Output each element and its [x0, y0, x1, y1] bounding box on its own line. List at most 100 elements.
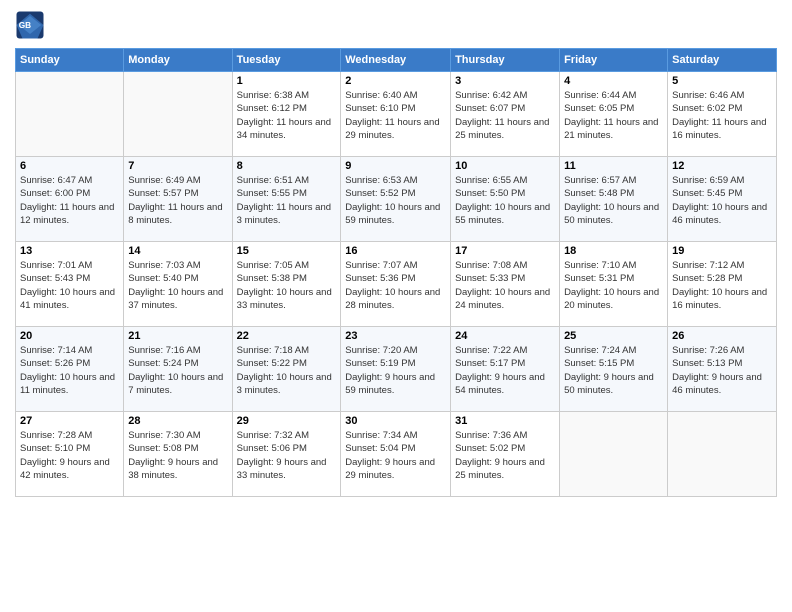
day-cell: 31 Sunrise: 7:36 AM Sunset: 5:02 PM Dayli…	[451, 412, 560, 497]
day-info: Sunrise: 6:46 AM Sunset: 6:02 PM Dayligh…	[672, 89, 772, 142]
day-number: 13	[20, 245, 119, 257]
day-cell: 21Sunrise: 7:16 AM Sunset: 5:24 PM Dayli…	[124, 327, 232, 412]
day-number: 11	[564, 160, 663, 172]
day-cell: 1 Sunrise: 6:38 AM Sunset: 6:12 PM Daylig…	[232, 72, 341, 157]
day-cell	[560, 412, 668, 497]
day-info: Sunrise: 7:22 AM Sunset: 5:17 PM Dayligh…	[455, 344, 555, 397]
day-cell: 6 Sunrise: 6:47 AM Sunset: 6:00 PM Daylig…	[16, 157, 124, 242]
day-cell	[124, 72, 232, 157]
weekday-header-saturday: Saturday	[668, 49, 777, 72]
week-row-2: 6 Sunrise: 6:47 AM Sunset: 6:00 PM Daylig…	[16, 157, 777, 242]
day-info: Sunrise: 7:30 AM Sunset: 5:08 PM Dayligh…	[128, 429, 227, 482]
header: GB	[15, 10, 777, 40]
day-cell: 27 Sunrise: 7:28 AM Sunset: 5:10 PM Dayli…	[16, 412, 124, 497]
day-cell: 14 Sunrise: 7:03 AM Sunset: 5:40 PM Dayli…	[124, 242, 232, 327]
page: GB SundayMondayTuesdayWednesdayThursdayF…	[0, 0, 792, 612]
day-cell: 16Sunrise: 7:07 AM Sunset: 5:36 PM Dayli…	[341, 242, 451, 327]
day-info: Sunrise: 6:49 AM Sunset: 5:57 PM Dayligh…	[128, 174, 227, 227]
day-number: 21	[128, 330, 227, 342]
day-info: Sunrise: 7:18 AM Sunset: 5:22 PM Dayligh…	[237, 344, 337, 397]
day-cell	[16, 72, 124, 157]
day-info: Sunrise: 7:08 AM Sunset: 5:33 PM Dayligh…	[455, 259, 555, 312]
logo-icon: GB	[15, 10, 45, 40]
weekday-header-monday: Monday	[124, 49, 232, 72]
day-info: Sunrise: 7:07 AM Sunset: 5:36 PM Dayligh…	[345, 259, 446, 312]
week-row-1: 1 Sunrise: 6:38 AM Sunset: 6:12 PM Daylig…	[16, 72, 777, 157]
day-info: Sunrise: 7:28 AM Sunset: 5:10 PM Dayligh…	[20, 429, 119, 482]
day-info: Sunrise: 7:36 AM Sunset: 5:02 PM Dayligh…	[455, 429, 555, 482]
day-number: 30	[345, 415, 446, 427]
day-number: 3	[455, 75, 555, 87]
day-cell: 20Sunrise: 7:14 AM Sunset: 5:26 PM Dayli…	[16, 327, 124, 412]
day-number: 24	[455, 330, 555, 342]
day-cell: 10 Sunrise: 6:55 AM Sunset: 5:50 PM Dayli…	[451, 157, 560, 242]
day-number: 31	[455, 415, 555, 427]
day-cell: 11 Sunrise: 6:57 AM Sunset: 5:48 PM Dayli…	[560, 157, 668, 242]
calendar-table: SundayMondayTuesdayWednesdayThursdayFrid…	[15, 48, 777, 497]
day-cell: 3 Sunrise: 6:42 AM Sunset: 6:07 PM Daylig…	[451, 72, 560, 157]
day-number: 23	[345, 330, 446, 342]
day-info: Sunrise: 7:03 AM Sunset: 5:40 PM Dayligh…	[128, 259, 227, 312]
day-cell: 13 Sunrise: 7:01 AM Sunset: 5:43 PM Dayli…	[16, 242, 124, 327]
day-info: Sunrise: 7:24 AM Sunset: 5:15 PM Dayligh…	[564, 344, 663, 397]
day-info: Sunrise: 6:42 AM Sunset: 6:07 PM Dayligh…	[455, 89, 555, 142]
weekday-header-row: SundayMondayTuesdayWednesdayThursdayFrid…	[16, 49, 777, 72]
day-info: Sunrise: 6:51 AM Sunset: 5:55 PM Dayligh…	[237, 174, 337, 227]
day-info: Sunrise: 6:47 AM Sunset: 6:00 PM Dayligh…	[20, 174, 119, 227]
day-info: Sunrise: 6:55 AM Sunset: 5:50 PM Dayligh…	[455, 174, 555, 227]
day-cell: 7 Sunrise: 6:49 AM Sunset: 5:57 PM Daylig…	[124, 157, 232, 242]
day-cell: 4Sunrise: 6:44 AM Sunset: 6:05 PM Daylig…	[560, 72, 668, 157]
week-row-3: 13 Sunrise: 7:01 AM Sunset: 5:43 PM Dayli…	[16, 242, 777, 327]
week-row-4: 20Sunrise: 7:14 AM Sunset: 5:26 PM Dayli…	[16, 327, 777, 412]
weekday-header-thursday: Thursday	[451, 49, 560, 72]
day-number: 18	[564, 245, 663, 257]
day-number: 2	[345, 75, 446, 87]
svg-text:GB: GB	[19, 21, 31, 30]
day-number: 28	[128, 415, 227, 427]
day-number: 26	[672, 330, 772, 342]
day-cell: 26 Sunrise: 7:26 AM Sunset: 5:13 PM Dayli…	[668, 327, 777, 412]
day-number: 4	[564, 75, 663, 87]
day-info: Sunrise: 6:38 AM Sunset: 6:12 PM Dayligh…	[237, 89, 337, 142]
weekday-header-wednesday: Wednesday	[341, 49, 451, 72]
day-number: 7	[128, 160, 227, 172]
day-info: Sunrise: 7:34 AM Sunset: 5:04 PM Dayligh…	[345, 429, 446, 482]
day-cell: 8 Sunrise: 6:51 AM Sunset: 5:55 PM Daylig…	[232, 157, 341, 242]
day-info: Sunrise: 7:26 AM Sunset: 5:13 PM Dayligh…	[672, 344, 772, 397]
day-cell: 30 Sunrise: 7:34 AM Sunset: 5:04 PM Dayli…	[341, 412, 451, 497]
day-number: 25	[564, 330, 663, 342]
day-cell: 25 Sunrise: 7:24 AM Sunset: 5:15 PM Dayli…	[560, 327, 668, 412]
day-cell: 5 Sunrise: 6:46 AM Sunset: 6:02 PM Daylig…	[668, 72, 777, 157]
day-number: 29	[237, 415, 337, 427]
day-info: Sunrise: 6:59 AM Sunset: 5:45 PM Dayligh…	[672, 174, 772, 227]
weekday-header-sunday: Sunday	[16, 49, 124, 72]
day-number: 8	[237, 160, 337, 172]
day-cell: 2Sunrise: 6:40 AM Sunset: 6:10 PM Daylig…	[341, 72, 451, 157]
day-cell: 9 Sunrise: 6:53 AM Sunset: 5:52 PM Daylig…	[341, 157, 451, 242]
day-cell	[668, 412, 777, 497]
day-info: Sunrise: 7:10 AM Sunset: 5:31 PM Dayligh…	[564, 259, 663, 312]
day-info: Sunrise: 7:32 AM Sunset: 5:06 PM Dayligh…	[237, 429, 337, 482]
day-cell: 28 Sunrise: 7:30 AM Sunset: 5:08 PM Dayli…	[124, 412, 232, 497]
day-cell: 29 Sunrise: 7:32 AM Sunset: 5:06 PM Dayli…	[232, 412, 341, 497]
day-number: 17	[455, 245, 555, 257]
day-number: 15	[237, 245, 337, 257]
day-info: Sunrise: 6:53 AM Sunset: 5:52 PM Dayligh…	[345, 174, 446, 227]
day-number: 9	[345, 160, 446, 172]
weekday-header-tuesday: Tuesday	[232, 49, 341, 72]
day-number: 5	[672, 75, 772, 87]
day-info: Sunrise: 6:57 AM Sunset: 5:48 PM Dayligh…	[564, 174, 663, 227]
day-cell: 24 Sunrise: 7:22 AM Sunset: 5:17 PM Dayli…	[451, 327, 560, 412]
day-cell: 12 Sunrise: 6:59 AM Sunset: 5:45 PM Dayli…	[668, 157, 777, 242]
day-number: 1	[237, 75, 337, 87]
day-number: 12	[672, 160, 772, 172]
logo: GB	[15, 10, 49, 40]
day-number: 10	[455, 160, 555, 172]
day-cell: 17 Sunrise: 7:08 AM Sunset: 5:33 PM Dayli…	[451, 242, 560, 327]
day-number: 14	[128, 245, 227, 257]
day-info: Sunrise: 7:01 AM Sunset: 5:43 PM Dayligh…	[20, 259, 119, 312]
day-cell: 22Sunrise: 7:18 AM Sunset: 5:22 PM Dayli…	[232, 327, 341, 412]
day-number: 27	[20, 415, 119, 427]
day-number: 6	[20, 160, 119, 172]
day-number: 19	[672, 245, 772, 257]
